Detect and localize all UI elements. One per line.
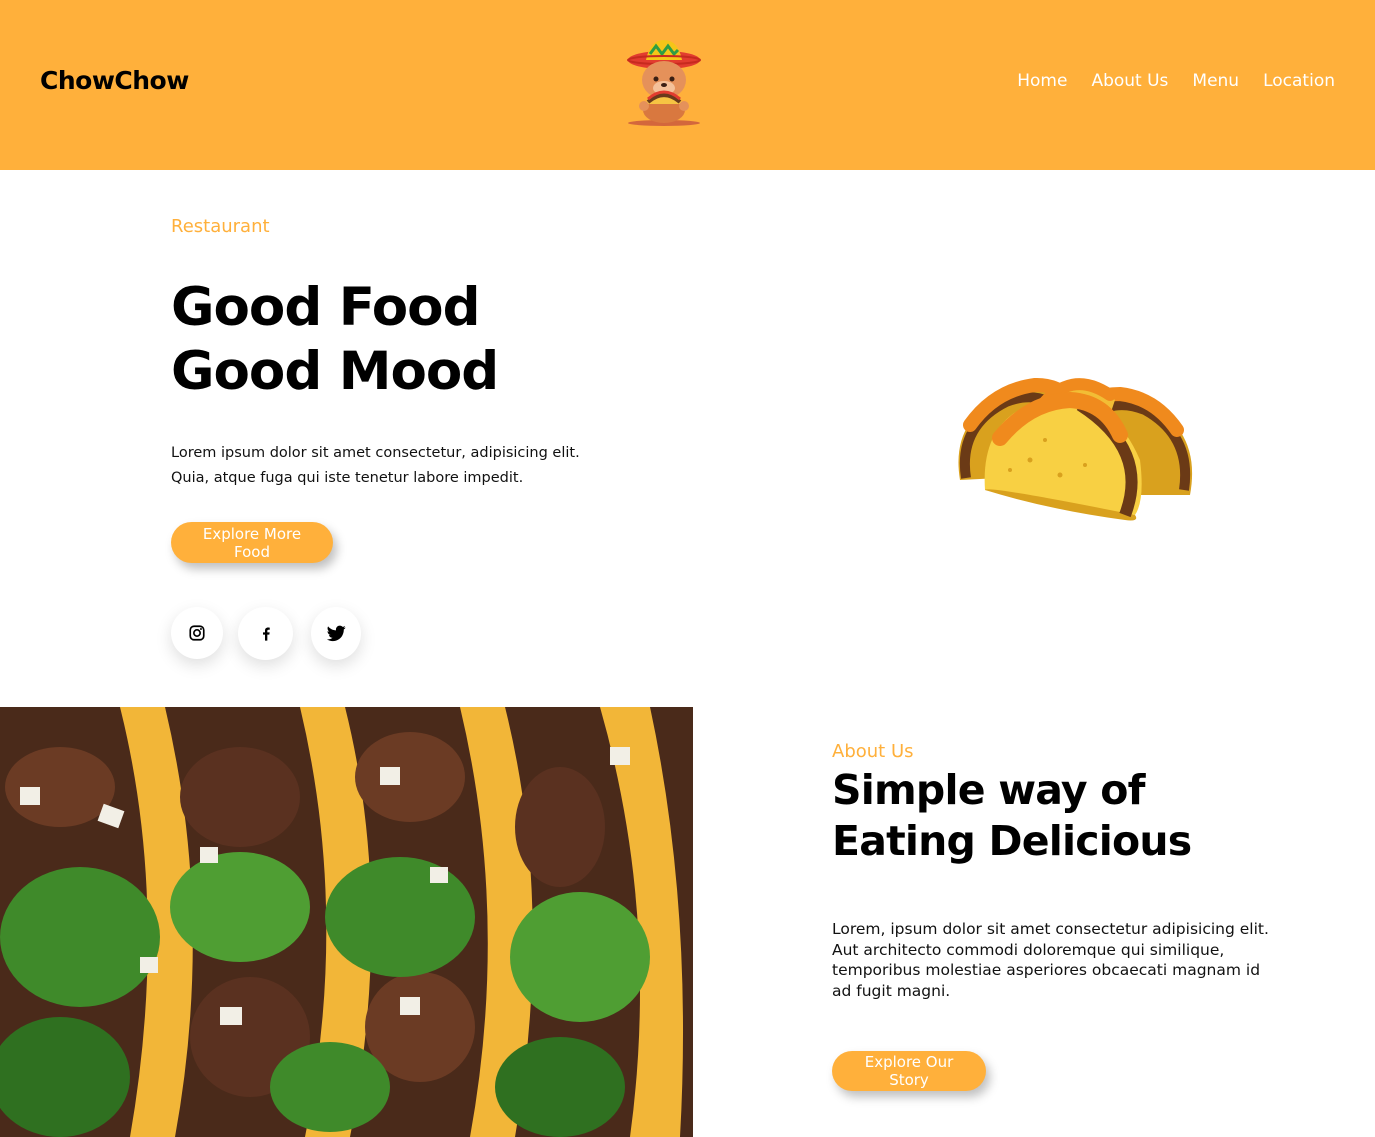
nav-home[interactable]: Home	[1017, 71, 1067, 91]
hero-eyebrow: Restaurant	[171, 216, 270, 237]
hero-title-line2: Good Mood	[171, 341, 499, 402]
hero-title-line1: Good Food	[171, 277, 481, 338]
hero-description: Lorem ipsum dolor sit amet consectetur, …	[171, 445, 580, 486]
main-nav: Home About Us Menu Location	[1017, 71, 1335, 91]
twitter-button[interactable]	[311, 607, 361, 660]
explore-more-food-button[interactable]: Explore More Food	[171, 522, 333, 563]
mascot-logo[interactable]	[626, 38, 702, 128]
about-title: Simple way of Eating Delicious	[832, 765, 1192, 867]
facebook-button[interactable]	[238, 607, 293, 660]
nav-menu[interactable]: Menu	[1192, 71, 1239, 91]
hero-title: Good Food Good Mood	[171, 276, 499, 404]
brand-name[interactable]: ChowChow	[40, 66, 189, 95]
site-header: ChowChow Home About Us Menu Location	[0, 0, 1375, 170]
instagram-button[interactable]	[171, 607, 223, 659]
nav-about-us[interactable]: About Us	[1091, 71, 1168, 91]
instagram-icon	[189, 625, 205, 641]
twitter-icon	[326, 625, 346, 642]
about-description: Lorem, ipsum dolor sit amet consectetur …	[832, 920, 1269, 1000]
tacos-photo	[0, 707, 693, 1137]
about-title-line1: Simple way of	[832, 766, 1145, 814]
nav-location[interactable]: Location	[1263, 71, 1335, 91]
explore-our-story-button[interactable]: Explore Our Story	[832, 1051, 986, 1091]
taco-illustration	[958, 378, 1193, 521]
facebook-icon	[262, 626, 270, 641]
about-title-line2: Eating Delicious	[832, 817, 1192, 865]
about-eyebrow: About Us	[832, 741, 914, 762]
